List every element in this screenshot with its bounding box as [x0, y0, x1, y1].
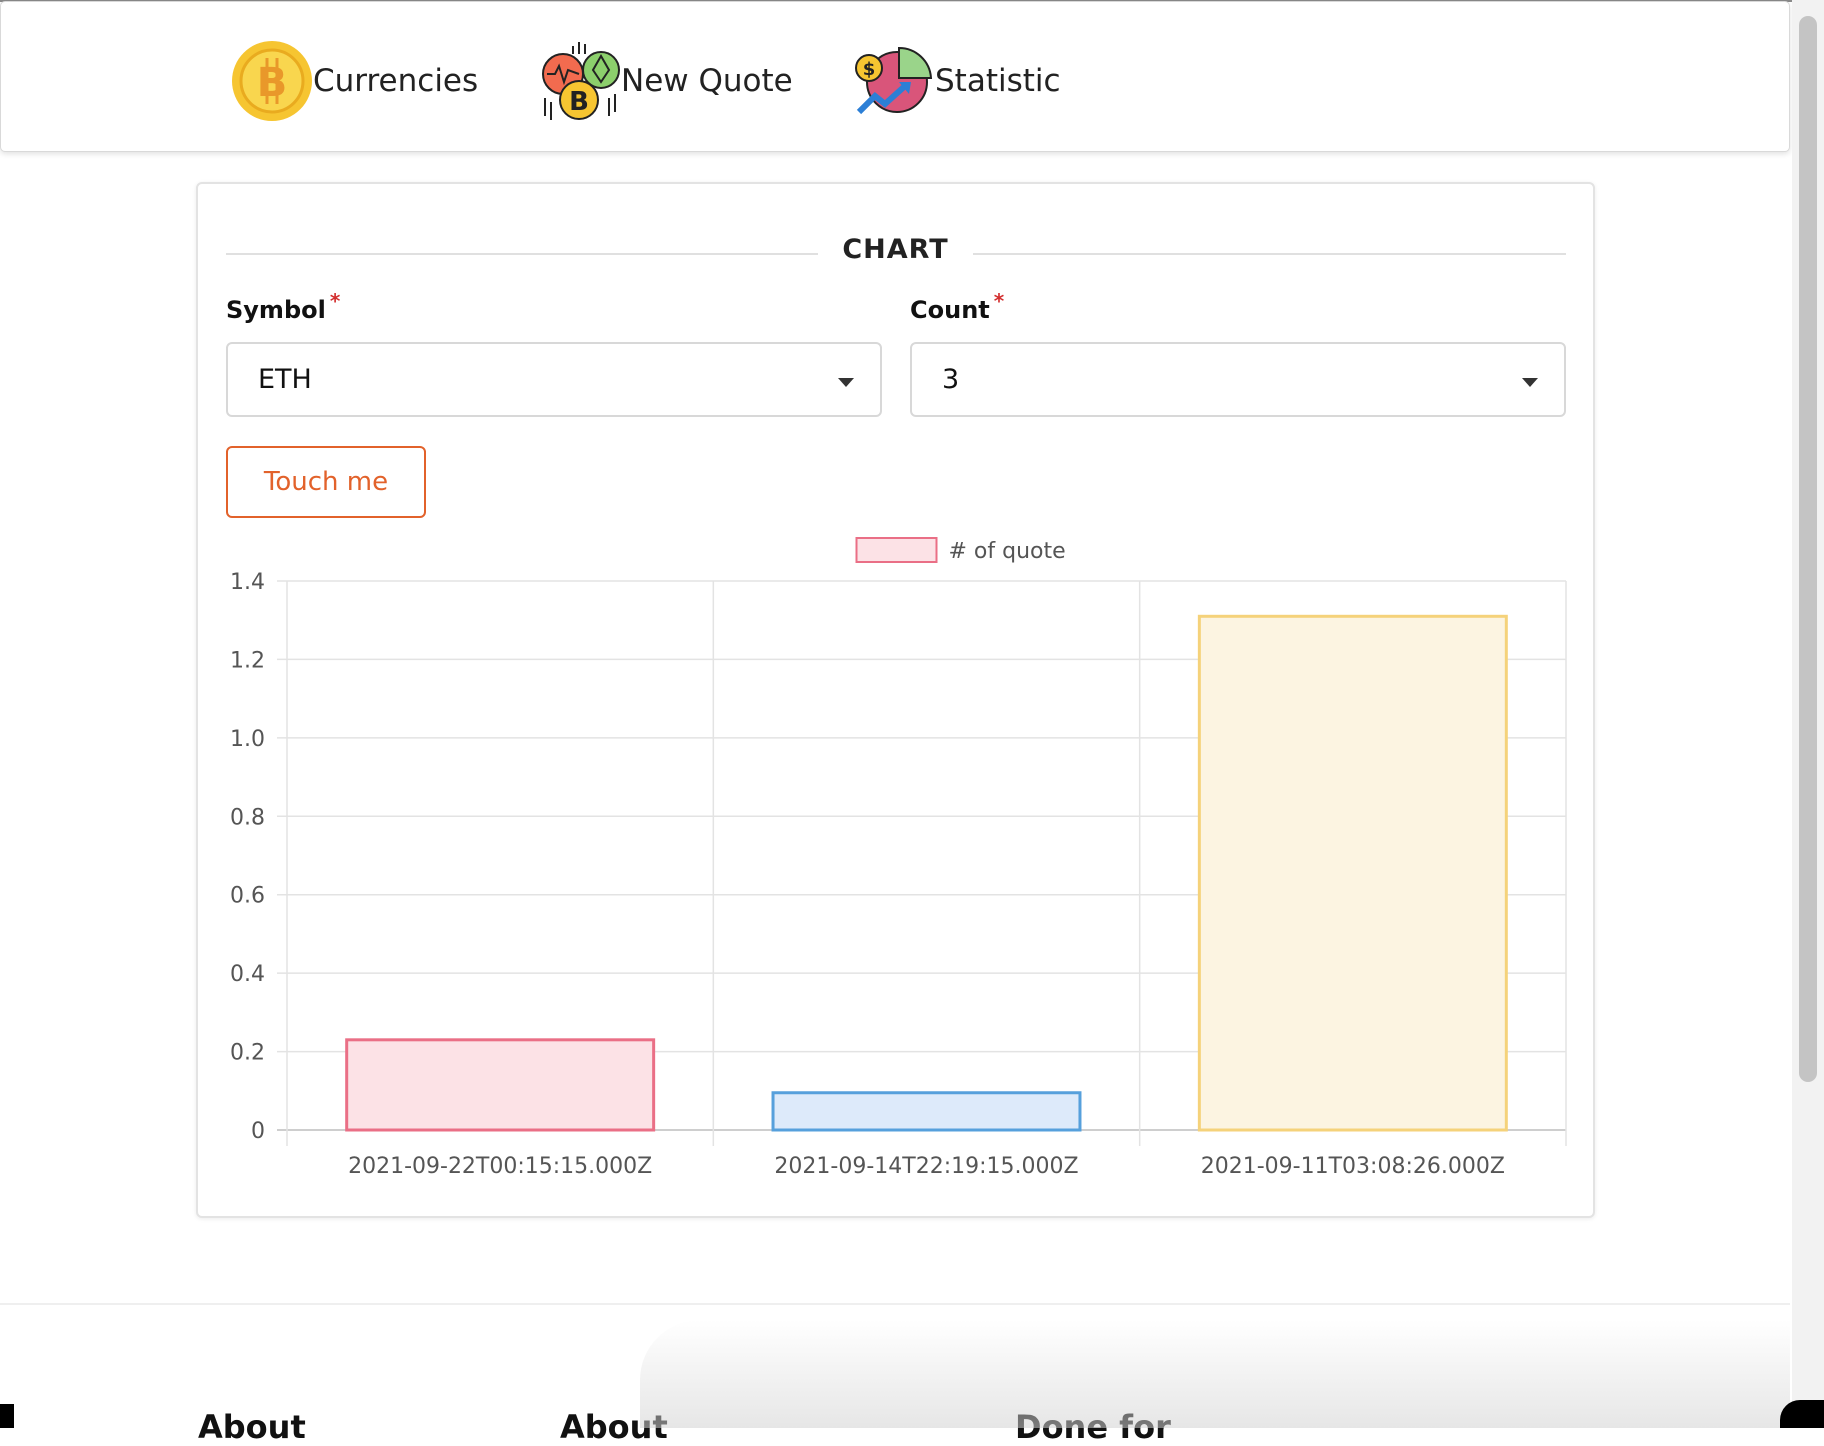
nav-item-statistic[interactable]: $ Statistic	[853, 38, 1061, 124]
crypto-coins-icon: B	[539, 40, 621, 122]
nav-item-currencies[interactable]: B Currencies	[231, 38, 478, 124]
bar	[771, 1091, 1082, 1132]
bar	[1197, 614, 1508, 1132]
count-select-value: 3	[942, 364, 960, 395]
symbol-select[interactable]: ETH	[226, 342, 882, 417]
symbol-label-text: Symbol	[226, 296, 326, 324]
y-tick-label: 1.2	[230, 648, 265, 673]
nav-label-statistic: Statistic	[935, 63, 1061, 99]
y-tick-label: 0.2	[230, 1041, 265, 1066]
y-tick-label: 1.4	[230, 570, 265, 595]
count-label: Count *	[910, 289, 1004, 324]
footer-shadow-overlay	[640, 1320, 1790, 1428]
svg-text:B: B	[257, 60, 288, 106]
bitcoin-coin-icon: B	[231, 40, 313, 122]
window-corner	[0, 1404, 14, 1428]
footer-heading-about: About	[198, 1408, 306, 1446]
count-select[interactable]: 3	[910, 342, 1566, 417]
y-tick-label: 0	[251, 1119, 265, 1144]
statistics-pie-icon: $	[853, 40, 935, 122]
required-marker: *	[993, 289, 1005, 313]
x-tick-label: 2021-09-11T03:08:26.000Z	[1201, 1154, 1505, 1179]
footer-divider	[0, 1303, 1790, 1305]
nav-label-new-quote: New Quote	[621, 63, 793, 99]
nav-item-new-quote[interactable]: B New Quote	[539, 38, 793, 124]
legend-label: # of quote	[949, 539, 1066, 564]
y-tick-label: 0.6	[230, 884, 265, 909]
symbol-label: Symbol *	[226, 289, 340, 324]
y-tick-label: 1.0	[230, 727, 265, 752]
title-divider-left	[226, 253, 818, 255]
svg-text:B: B	[569, 87, 589, 117]
required-marker: *	[329, 289, 341, 313]
chevron-down-icon	[838, 378, 854, 387]
legend-swatch	[855, 537, 938, 563]
svg-text:$: $	[863, 59, 876, 80]
bar	[345, 1038, 656, 1132]
title-divider-right	[973, 253, 1566, 255]
y-tick-label: 0.4	[230, 962, 265, 987]
symbol-select-value: ETH	[258, 364, 312, 395]
bar-chart: 0 0.2 0.4 0.6 0.8 1.0 1.2 1.4 2021-09-22T00:15:1…	[230, 537, 1567, 1179]
window-corner	[1780, 1400, 1824, 1428]
touch-me-button[interactable]: Touch me	[226, 446, 426, 518]
x-tick-label: 2021-09-14T22:19:15.000Z	[774, 1154, 1078, 1179]
nav-label-currencies: Currencies	[313, 63, 479, 99]
y-tick-label: 0.8	[230, 805, 265, 830]
scrollbar-thumb[interactable]	[1799, 16, 1817, 1082]
card-title: CHART	[842, 234, 949, 265]
chevron-down-icon	[1522, 378, 1538, 387]
count-label-text: Count	[910, 296, 990, 324]
x-tick-label: 2021-09-22T00:15:15.000Z	[348, 1154, 652, 1179]
top-navbar: B Currencies B New Quote $ Statistic	[0, 1, 1790, 152]
